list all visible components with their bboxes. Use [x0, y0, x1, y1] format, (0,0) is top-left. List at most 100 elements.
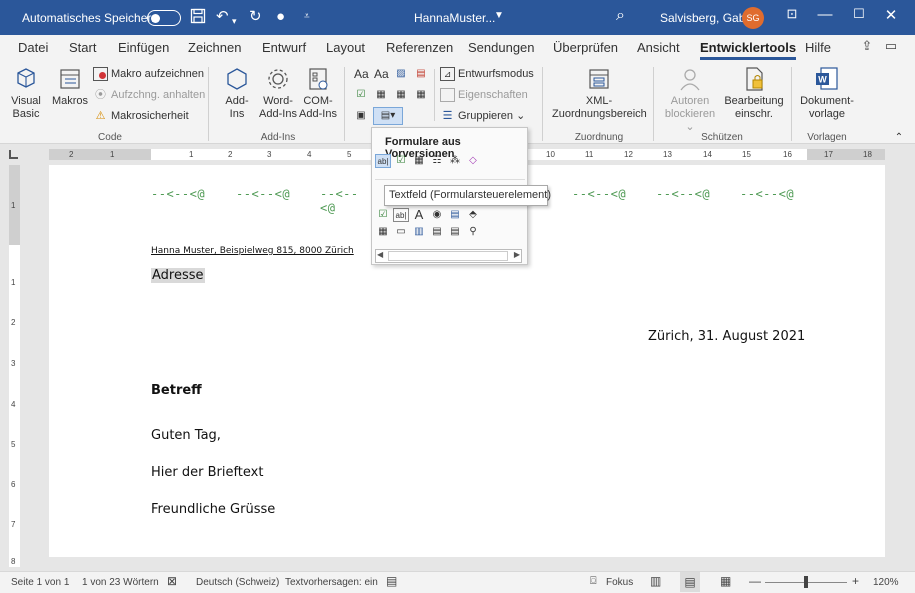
checkbox-field-icon[interactable]: ☑: [393, 154, 409, 168]
dropdown-control-icon[interactable]: ▦: [394, 88, 408, 102]
plain-text-control-button[interactable]: Aa: [374, 67, 389, 81]
picture-control-icon[interactable]: ▨: [394, 67, 408, 81]
activex-textbox-icon[interactable]: ab|: [393, 208, 409, 222]
more-controls-icon[interactable]: ⚲: [465, 225, 481, 239]
undo-dropdown-icon[interactable]: ▾: [232, 12, 237, 30]
activex-checkbox-icon[interactable]: ☑: [375, 208, 391, 222]
redo-icon[interactable]: ↻: [249, 8, 262, 26]
user-name[interactable]: Salvisberg, Gaby: [660, 11, 751, 25]
doc-name-chevron-icon[interactable]: ▼: [494, 10, 504, 21]
dropdown-scrollbar[interactable]: ◀ ▶: [375, 249, 522, 263]
activex-image-icon[interactable]: ▤: [447, 208, 463, 222]
group-button[interactable]: ☰ Gruppieren ⌄: [440, 109, 526, 123]
activex-scrollbar-icon[interactable]: ▤: [447, 225, 463, 239]
tab-sendungen[interactable]: Sendungen: [468, 40, 535, 55]
language[interactable]: Deutsch (Schweiz): [196, 577, 279, 588]
record-circle-icon[interactable]: ●: [276, 8, 285, 26]
date-line[interactable]: Zürich, 31. August 2021: [648, 329, 805, 344]
tab-zeichnen[interactable]: Zeichnen: [188, 40, 241, 55]
address-field[interactable]: Adresse: [151, 268, 205, 283]
print-layout-icon[interactable]: ▤: [680, 572, 700, 592]
proofing-icon[interactable]: ⊠: [167, 574, 177, 588]
form-field-shading-icon[interactable]: ⁂: [447, 154, 463, 168]
collapse-ribbon-icon[interactable]: ⌃: [892, 131, 906, 145]
zoom-in-icon[interactable]: +: [852, 574, 859, 588]
combobox-control-icon[interactable]: ▦: [374, 88, 388, 102]
tab-hilfe[interactable]: Hilfe: [805, 40, 831, 55]
close-icon[interactable]: ✕: [881, 6, 901, 24]
minimize-icon[interactable]: —: [815, 6, 835, 23]
maximize-icon[interactable]: ☐: [849, 6, 869, 22]
checkbox-control-icon[interactable]: ☑: [354, 88, 368, 102]
macro-security-button[interactable]: ⚠ Makrosicherheit: [93, 109, 189, 123]
text-field-icon[interactable]: ab|: [375, 154, 391, 168]
body-text[interactable]: Hier der Brieftext: [151, 465, 263, 480]
document-template-button[interactable]: W Dokument- vorlage: [797, 65, 857, 121]
zoom-out-icon[interactable]: —: [749, 574, 761, 588]
tab-selector-icon[interactable]: [9, 150, 18, 159]
com-addins-button[interactable]: COM- Add-Ins: [299, 65, 337, 121]
scroll-thumb[interactable]: [388, 251, 508, 261]
rich-text-control-button[interactable]: Aa: [354, 67, 369, 81]
tab-ansicht[interactable]: Ansicht: [637, 40, 680, 55]
legacy-tools-button[interactable]: ▤▾: [373, 107, 403, 125]
date-picker-icon[interactable]: ▦: [414, 88, 428, 102]
customize-qat-icon[interactable]: ⩡: [304, 8, 310, 26]
activex-label-icon[interactable]: A: [411, 208, 427, 222]
word-count[interactable]: 1 von 23 Wörtern: [82, 577, 159, 588]
activex-button-icon[interactable]: ▭: [393, 225, 409, 239]
pause-recording-button[interactable]: ⦿ Aufzchng. anhalten: [93, 88, 205, 102]
word-addins-button[interactable]: Word- Add-Ins: [257, 65, 299, 121]
focus-label[interactable]: Fokus: [606, 577, 633, 588]
text-predictions[interactable]: Textvorhersagen: ein: [285, 577, 378, 588]
zoom-slider-thumb[interactable]: [804, 576, 808, 588]
scroll-right-icon[interactable]: ▶: [514, 250, 520, 259]
macros-button[interactable]: Makros: [50, 65, 90, 108]
tab-start[interactable]: Start: [69, 40, 96, 55]
scroll-left-icon[interactable]: ◀: [377, 250, 383, 259]
zoom-level[interactable]: 120%: [873, 577, 899, 588]
accessibility-icon[interactable]: ▤: [386, 574, 397, 588]
focus-icon[interactable]: ⌼: [590, 575, 597, 588]
building-block-icon[interactable]: ▤: [414, 67, 428, 81]
activex-option-icon[interactable]: ◉: [429, 208, 445, 222]
activex-toggle-icon[interactable]: ▤: [429, 225, 445, 239]
visual-basic-button[interactable]: Visual Basic: [6, 65, 46, 121]
page-count[interactable]: Seite 1 von 1: [11, 577, 69, 588]
greeting-line[interactable]: Guten Tag,: [151, 428, 221, 443]
save-icon[interactable]: [190, 8, 206, 29]
autosave-toggle[interactable]: [147, 10, 181, 26]
tab-datei[interactable]: Datei: [18, 40, 48, 55]
ribbon-display-icon[interactable]: ⊡: [782, 6, 802, 22]
activex-combobox-icon[interactable]: ▥: [411, 225, 427, 239]
insert-frame-icon[interactable]: ☷: [429, 154, 445, 168]
repeating-section-icon[interactable]: ▣: [354, 109, 368, 123]
activex-spin-icon[interactable]: ⬘: [465, 208, 481, 222]
tab-entwurf[interactable]: Entwurf: [262, 40, 306, 55]
share-icon[interactable]: ⇪: [857, 38, 877, 56]
undo-icon[interactable]: ↶: [216, 8, 229, 26]
addins-button[interactable]: Add- Ins: [218, 65, 256, 121]
properties-button[interactable]: Eigenschaften: [440, 88, 528, 102]
dropdown-field-icon[interactable]: ▦: [411, 154, 427, 168]
avatar[interactable]: SG: [742, 7, 764, 29]
sender-line[interactable]: Hanna Muster, Beispielweg 815, 8000 Züri…: [151, 246, 354, 256]
design-mode-button[interactable]: ⊿ Entwurfsmodus: [440, 67, 534, 81]
read-mode-icon[interactable]: ▥: [650, 574, 661, 588]
subject-line[interactable]: Betreff: [151, 383, 202, 398]
restrict-editing-button[interactable]: Bearbeitung einschr.: [724, 65, 784, 121]
block-authors-button[interactable]: Autoren blockieren ⌄: [660, 65, 720, 134]
record-macro-button[interactable]: Makro aufzeichnen: [93, 67, 204, 81]
tab-layout[interactable]: Layout: [326, 40, 365, 55]
document-name[interactable]: HannaMuster...: [414, 11, 495, 25]
reset-form-fields-icon[interactable]: ◇: [465, 154, 481, 168]
tab-entwicklertools[interactable]: Entwicklertools: [700, 40, 797, 60]
search-icon[interactable]: ⌕: [616, 7, 625, 25]
vertical-ruler[interactable]: 1 1 2 3 4 5 6 7 8: [9, 165, 20, 567]
activex-listbox-icon[interactable]: ▦: [375, 225, 391, 239]
comments-icon[interactable]: ▭: [881, 38, 901, 56]
tab-einfuegen[interactable]: Einfügen: [118, 40, 169, 55]
closing-line[interactable]: Freundliche Grüsse: [151, 502, 275, 517]
web-layout-icon[interactable]: ▦: [720, 574, 731, 588]
tab-referenzen[interactable]: Referenzen: [386, 40, 453, 55]
